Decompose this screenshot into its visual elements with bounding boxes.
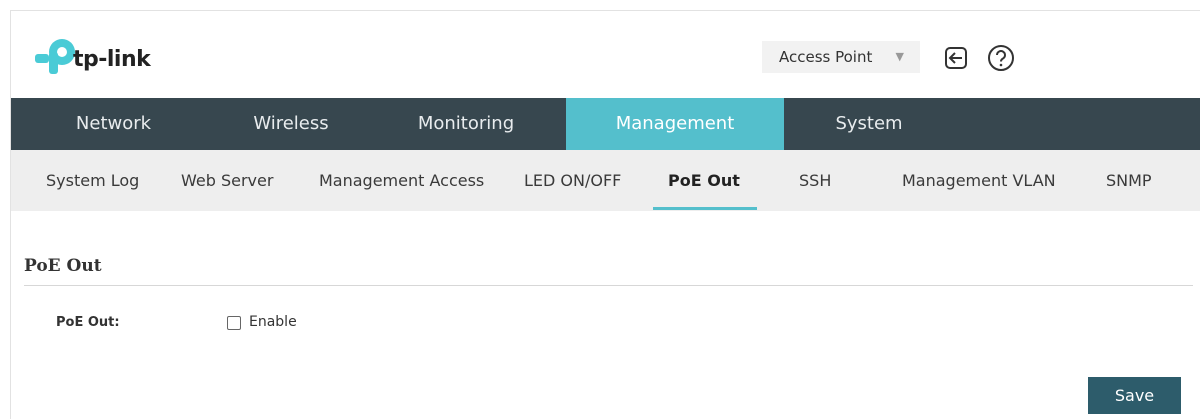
- subnav-item-management-access[interactable]: Management Access: [319, 150, 484, 211]
- tab-system[interactable]: System: [784, 98, 954, 150]
- mode-select[interactable]: Access Point ▼: [762, 41, 920, 73]
- poe-out-field-label: PoE Out:: [56, 315, 120, 330]
- subnav-item-poe-out[interactable]: PoE Out: [668, 150, 740, 211]
- tab-wireless[interactable]: Wireless: [216, 98, 366, 150]
- logo-text: tp-link: [73, 47, 151, 72]
- active-tab-indicator: [653, 207, 757, 210]
- subnav-item-web-server[interactable]: Web Server: [181, 150, 273, 211]
- subnav-item-system-log[interactable]: System Log: [46, 150, 139, 211]
- tab-monitoring[interactable]: Monitoring: [366, 98, 566, 150]
- save-button[interactable]: Save: [1088, 377, 1181, 414]
- poe-enable-checkbox[interactable]: [227, 316, 241, 330]
- main-nav: Network Wireless Monitoring Management S…: [11, 98, 1200, 150]
- chevron-down-icon: ▼: [895, 50, 904, 63]
- logout-icon[interactable]: [939, 41, 973, 75]
- subnav-item-snmp[interactable]: SNMP: [1106, 150, 1152, 211]
- subnav-item-ssh[interactable]: SSH: [799, 150, 831, 211]
- header: tp-link Access Point ▼: [11, 11, 1200, 98]
- subnav-item-management-vlan[interactable]: Management VLAN: [902, 150, 1056, 211]
- page: tp-link Access Point ▼ Network Wireless …: [10, 10, 1200, 419]
- section-divider: [24, 285, 1193, 286]
- tab-management[interactable]: Management: [566, 98, 784, 150]
- mode-select-value: Access Point: [779, 48, 873, 66]
- sub-nav: System Log Web Server Management Access …: [11, 150, 1200, 211]
- help-icon[interactable]: [984, 41, 1018, 75]
- poe-enable-label[interactable]: Enable: [249, 314, 297, 330]
- subnav-item-led-on-off[interactable]: LED ON/OFF: [524, 150, 621, 211]
- section-title: PoE Out: [24, 256, 102, 276]
- tab-network[interactable]: Network: [11, 98, 216, 150]
